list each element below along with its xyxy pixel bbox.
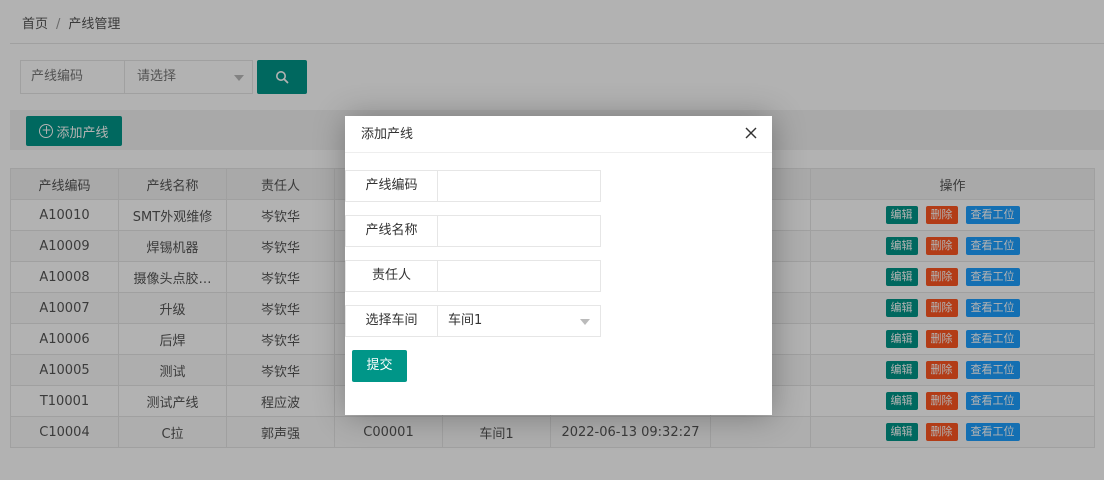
- close-icon[interactable]: [744, 126, 758, 140]
- dialog-header: 添加产线: [345, 116, 772, 153]
- owner-field[interactable]: [438, 260, 601, 292]
- chevron-down-icon: [580, 319, 590, 325]
- workshop-dropdown-value: 车间1: [448, 313, 483, 328]
- add-line-dialog: 添加产线 产线编码 产线名称 责任人 选择车间 车间1 提交: [345, 116, 772, 415]
- form-row-name: 产线名称: [345, 215, 601, 247]
- form-row-workshop: 选择车间 车间1: [345, 305, 601, 337]
- line-code-label: 产线编码: [345, 170, 438, 202]
- line-name-label: 产线名称: [345, 215, 438, 247]
- line-name-field[interactable]: [438, 215, 601, 247]
- workshop-dropdown[interactable]: 车间1: [438, 305, 601, 337]
- submit-button[interactable]: 提交: [352, 350, 407, 382]
- owner-label: 责任人: [345, 260, 438, 292]
- line-code-field[interactable]: [438, 170, 601, 202]
- workshop-label: 选择车间: [345, 305, 438, 337]
- form-row-owner: 责任人: [345, 260, 601, 292]
- form-row-code: 产线编码: [345, 170, 601, 202]
- dialog-title: 添加产线: [361, 127, 414, 142]
